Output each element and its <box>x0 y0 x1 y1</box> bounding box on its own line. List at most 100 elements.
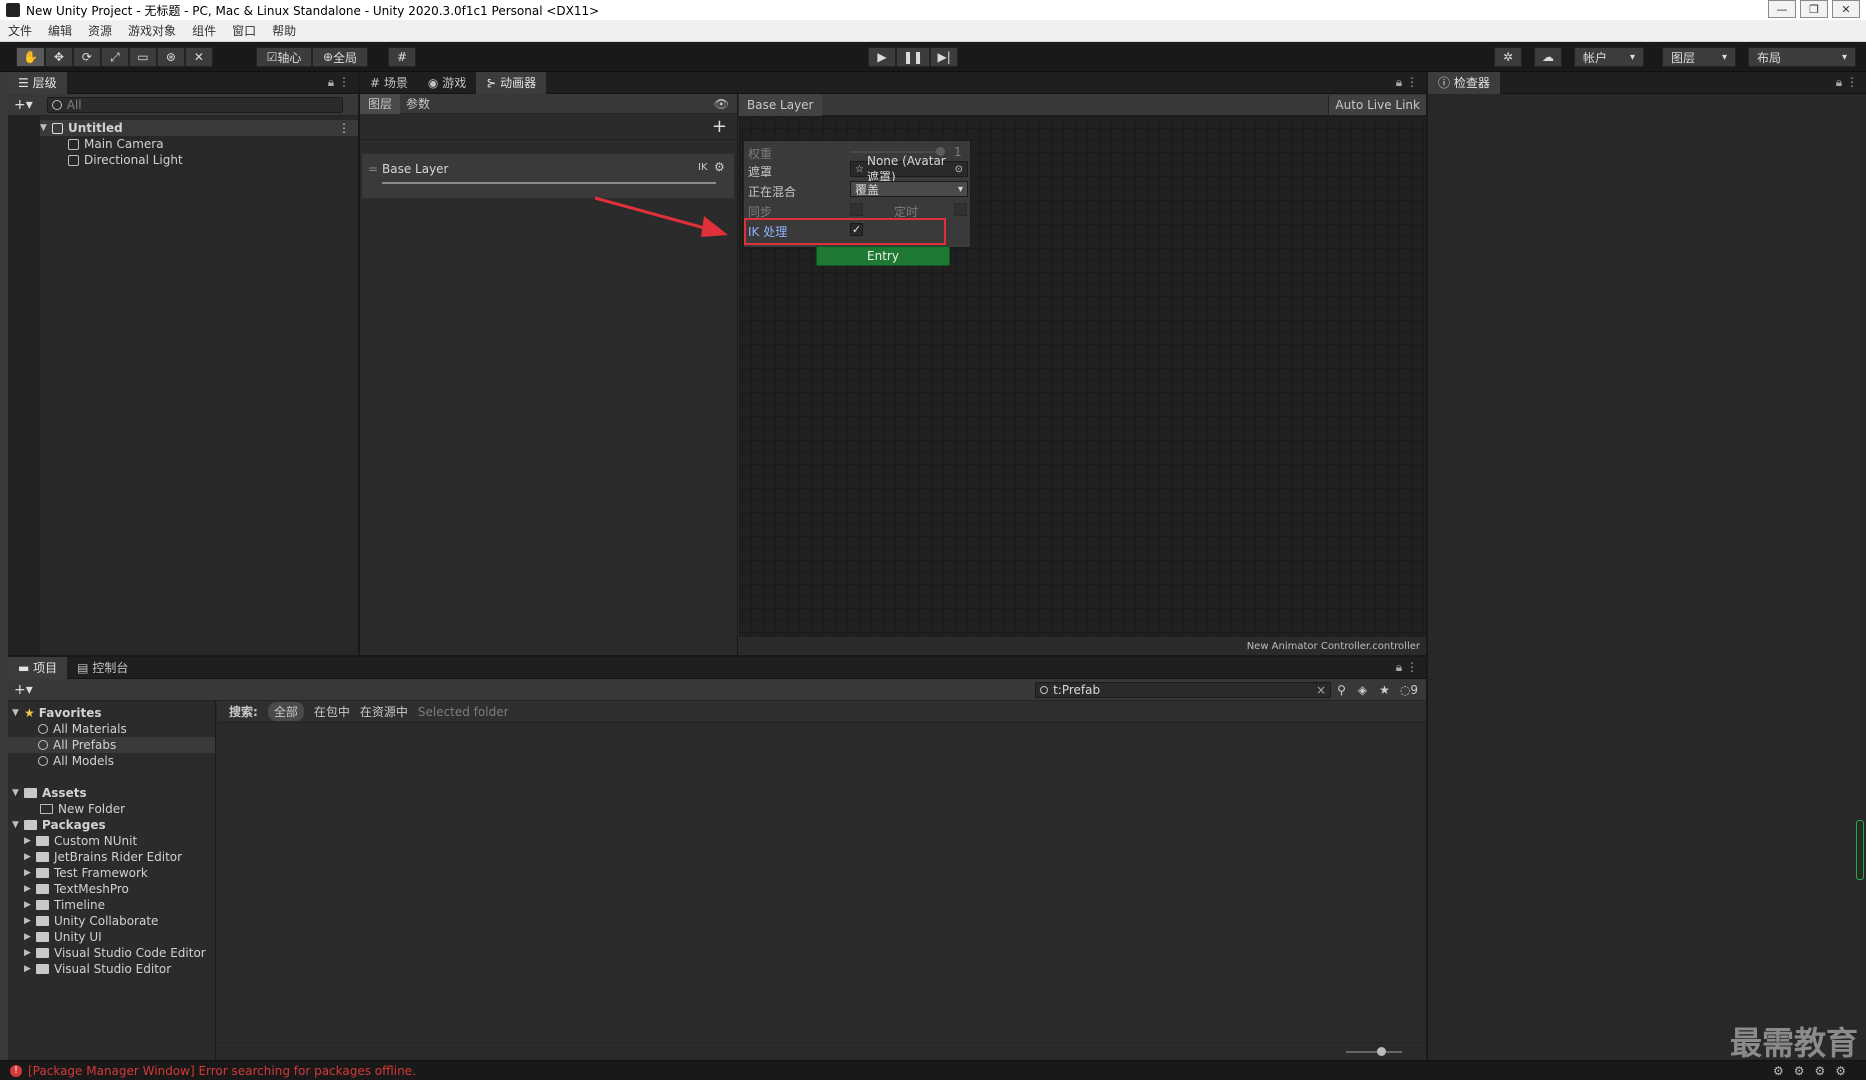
layout-dropdown[interactable]: 布局 <box>1748 47 1856 67</box>
package-item[interactable]: ▶ Unity Collaborate <box>24 913 206 929</box>
pause-icon[interactable]: ❚❚ <box>896 47 931 67</box>
layer-settings-popup: 权重 1 遮罩 ☆ None (Avatar 遮罩) ⊙ 正在混合 覆盖 ▾ 同… <box>743 140 971 248</box>
lock-icon[interactable]: 🔒︎ ⋮ <box>1396 75 1426 90</box>
tab-animator[interactable]: ⊱ 动画器 <box>476 71 547 94</box>
status-error-text[interactable]: [Package Manager Window] Error searching… <box>28 1064 416 1078</box>
hierarchy-panel: ☰ 层级 🔒︎ ⋮ +▾ All ▼ Untitled ⋮ Main Camer… <box>8 71 358 655</box>
favorite-item[interactable]: All Models <box>38 753 114 769</box>
subtab-parameters[interactable]: 参数 <box>400 95 436 112</box>
package-item[interactable]: ▶ TextMeshPro <box>24 881 206 897</box>
favorite-item[interactable]: All Materials <box>38 721 127 737</box>
lock-icon[interactable]: 🔒︎ ⋮ <box>1836 75 1866 90</box>
layer-name: Base Layer <box>382 162 449 176</box>
animator-window: # 场景 ◉ 游戏 ⊱ 动画器 🔒︎ ⋮ 图层 参数 👁︎ + = Base L… <box>360 71 1426 655</box>
gear-icon[interactable]: ⚙ <box>714 160 725 174</box>
scene-menu-icon[interactable]: ⋮ <box>338 121 358 135</box>
move-tool-icon[interactable]: ✥ <box>44 47 73 67</box>
layers-dropdown[interactable]: 图层 <box>1662 47 1736 67</box>
mask-field[interactable]: ☆ None (Avatar 遮罩) ⊙ <box>850 154 968 184</box>
custom-tool-icon[interactable]: ✕ <box>184 47 213 67</box>
package-item[interactable]: ▶ Unity UI <box>24 929 206 945</box>
transform-tool-icon[interactable]: ⊛ <box>156 47 185 67</box>
minimize-button[interactable]: — <box>1768 0 1796 18</box>
timing-checkbox[interactable] <box>954 203 967 216</box>
scope-selected-folder[interactable]: Selected folder <box>418 705 509 719</box>
assets-header[interactable]: ▼ Assets <box>12 785 87 801</box>
grid-snap-icon[interactable]: # <box>388 47 416 67</box>
sync-checkbox[interactable] <box>850 203 863 216</box>
object-picker-icon[interactable]: ⊙ <box>955 164 963 175</box>
packages-header[interactable]: ▼ Packages <box>12 817 106 833</box>
maximize-button[interactable]: ❐ <box>1800 0 1828 18</box>
add-layer-icon[interactable]: + <box>712 116 727 137</box>
pivot-toggle-button[interactable]: ☑ 轴心 <box>256 47 312 67</box>
search-icon <box>1040 685 1049 694</box>
menu-window[interactable]: 窗口 <box>224 22 264 39</box>
favorite-item[interactable]: All Prefabs <box>8 737 215 753</box>
asset-folder[interactable]: New Folder <box>40 801 125 817</box>
rect-tool-icon[interactable]: ▭ <box>128 47 157 67</box>
folder-icon <box>36 836 49 846</box>
package-item[interactable]: ▶ Visual Studio Code Editor <box>24 945 206 961</box>
breadcrumb-base-layer[interactable]: Base Layer <box>739 93 822 116</box>
scope-in-packages[interactable]: 在包中 <box>314 703 350 720</box>
tab-game[interactable]: ◉ 游戏 <box>418 72 476 94</box>
blending-dropdown[interactable]: 覆盖 ▾ <box>850 181 968 197</box>
zoom-slider-handle[interactable] <box>1377 1047 1386 1056</box>
collab-icon[interactable]: ✲ <box>1494 47 1522 67</box>
tab-scene[interactable]: # 场景 <box>360 72 418 94</box>
clear-search-icon[interactable]: × <box>1316 683 1326 697</box>
scale-tool-icon[interactable]: ⤢ <box>100 47 129 67</box>
hidden-packages-toggle[interactable]: ◌9 <box>1396 683 1426 697</box>
rotate-tool-icon[interactable]: ⟳ <box>72 47 101 67</box>
package-item[interactable]: ▶ Test Framework <box>24 865 206 881</box>
eye-icon[interactable]: 👁︎ <box>714 97 737 111</box>
animator-graph[interactable]: 权重 1 遮罩 ☆ None (Avatar 遮罩) ⊙ 正在混合 覆盖 ▾ 同… <box>739 116 1426 637</box>
close-button[interactable]: ✕ <box>1832 0 1860 18</box>
package-item[interactable]: ▶ Visual Studio Editor <box>24 961 206 977</box>
subtab-layers[interactable]: 图层 <box>360 93 401 114</box>
package-item[interactable]: ▶ Timeline <box>24 897 206 913</box>
search-icon <box>38 724 48 734</box>
package-item[interactable]: ▶ JetBrains Rider Editor <box>24 849 206 865</box>
menu-edit[interactable]: 编辑 <box>40 22 80 39</box>
scope-in-assets[interactable]: 在资源中 <box>360 703 408 720</box>
lock-icon[interactable]: 🔒︎ ⋮ <box>1396 660 1426 675</box>
lock-icon[interactable]: 🔒︎ ⋮ <box>328 75 358 90</box>
play-icon[interactable]: ▶ <box>868 47 896 67</box>
drag-handle-icon[interactable]: = <box>368 162 378 176</box>
hierarchy-gutter <box>8 116 40 655</box>
package-item[interactable]: ▶ Custom NUnit <box>24 833 206 849</box>
filter-type-icon[interactable]: ⚲ <box>1331 683 1352 697</box>
zoom-slider-track[interactable] <box>1346 1051 1402 1053</box>
auto-live-link-button[interactable]: Auto Live Link <box>1328 94 1426 115</box>
account-dropdown[interactable]: 帐户 <box>1574 47 1644 67</box>
hierarchy-item[interactable]: Directional Light <box>68 152 183 168</box>
tab-inspector[interactable]: ⓘ 检查器 <box>1428 71 1500 94</box>
menu-help[interactable]: 帮助 <box>264 22 304 39</box>
hand-tool-icon[interactable]: ✋ <box>16 47 45 67</box>
side-indicator <box>1856 820 1864 880</box>
global-toggle-button[interactable]: ⊕ 全局 <box>312 47 368 67</box>
scope-all[interactable]: 全部 <box>267 702 304 721</box>
entry-node[interactable]: Entry <box>816 246 950 266</box>
status-icons[interactable]: ⚙⚙⚙⚙ <box>1773 1064 1866 1078</box>
scene-row[interactable]: ▼ Untitled ⋮ <box>40 120 358 136</box>
favorites-header[interactable]: ▼ ★ Favorites <box>12 705 101 721</box>
menu-file[interactable]: 文件 <box>0 22 40 39</box>
favorite-star-icon[interactable]: ★ <box>1373 683 1396 697</box>
filter-label-icon[interactable]: ◈ <box>1352 683 1373 697</box>
tab-project[interactable]: ▬ 项目 <box>8 656 68 679</box>
hierarchy-search-input[interactable]: All <box>46 96 343 113</box>
add-icon[interactable]: +▾ <box>14 97 33 113</box>
menu-component[interactable]: 组件 <box>184 22 224 39</box>
tab-console[interactable]: ▤ 控制台 <box>67 657 138 679</box>
cloud-icon[interactable]: ☁ <box>1534 47 1562 67</box>
menu-assets[interactable]: 资源 <box>80 22 120 39</box>
menu-gameobject[interactable]: 游戏对象 <box>120 22 184 39</box>
hierarchy-item[interactable]: Main Camera <box>68 136 164 152</box>
create-icon[interactable]: +▾ <box>14 682 33 698</box>
tab-hierarchy[interactable]: ☰ 层级 <box>8 71 67 94</box>
step-icon[interactable]: ▶| <box>930 47 959 67</box>
project-search-input[interactable]: t:Prefab × <box>1035 681 1332 698</box>
